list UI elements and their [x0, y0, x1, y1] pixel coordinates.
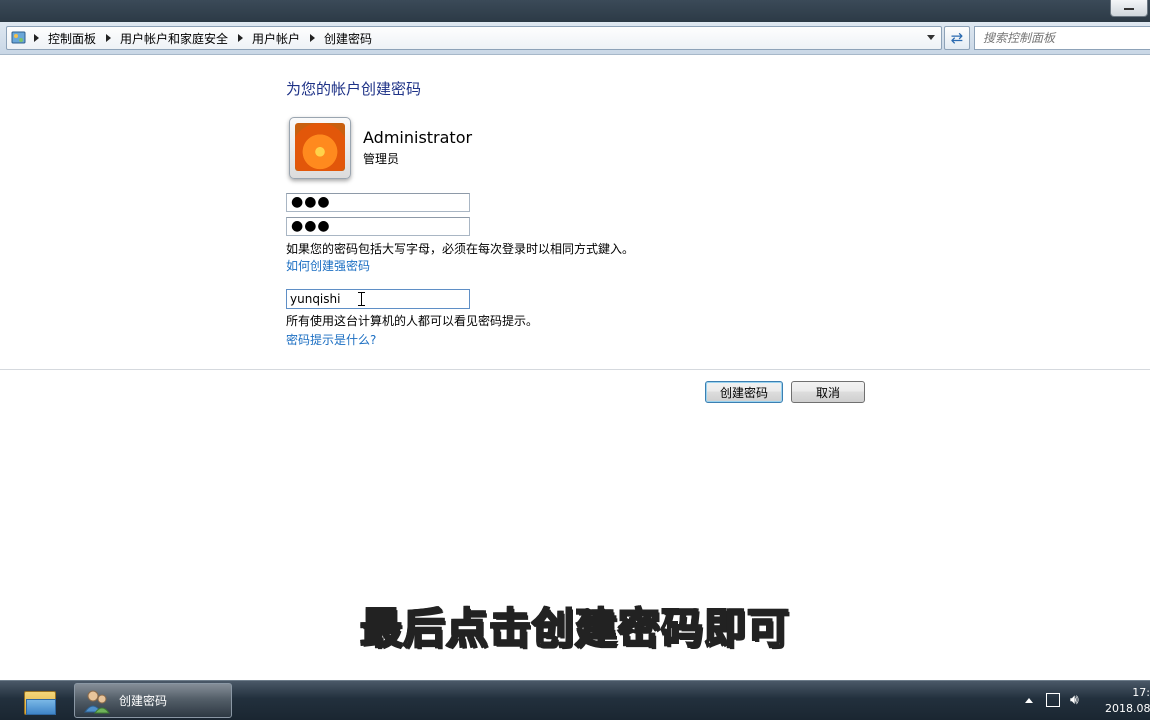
windows-explorer-button[interactable] — [18, 685, 62, 717]
address-bar-row: 控制面板 用户帐户和家庭安全 用户帐户 创建密码 ⇄ — [0, 22, 1150, 55]
history-dropdown-icon[interactable] — [927, 35, 935, 40]
taskbar-item-create-password[interactable]: 创建密码 — [74, 683, 232, 718]
refresh-button[interactable]: ⇄ — [944, 26, 970, 50]
create-password-button-label: 创建密码 — [719, 385, 768, 400]
show-hidden-icons-icon[interactable] — [1025, 698, 1033, 703]
volume-icon[interactable]: 🔊︎ — [1070, 692, 1079, 708]
breadcrumb-separator-icon[interactable] — [310, 34, 316, 42]
search-box[interactable] — [974, 26, 1150, 50]
window-titlebar — [0, 0, 1150, 22]
user-name: Administrator — [363, 128, 473, 147]
divider — [0, 369, 1150, 370]
text-cursor-icon — [358, 292, 365, 306]
breadcrumb-control-panel[interactable]: 控制面板 — [48, 30, 96, 47]
refresh-icon: ⇄ — [950, 29, 964, 47]
strong-password-link[interactable]: 如何创建强密码 — [286, 257, 370, 274]
password-hint-help-link[interactable]: 密码提示是什么? — [286, 331, 376, 348]
breadcrumb-separator-icon[interactable] — [34, 34, 39, 42]
system-clock[interactable]: 17: 2018.08 — [1105, 685, 1150, 717]
avatar — [289, 117, 351, 179]
cancel-button[interactable]: 取消 — [791, 381, 865, 403]
clock-time: 17: — [1132, 686, 1150, 699]
taskbar-item-label: 创建密码 — [119, 694, 168, 708]
password-hint-field[interactable] — [286, 289, 470, 309]
hint-visibility-note: 所有使用这台计算机的人都可以看见密码提示。 — [286, 314, 539, 328]
breadcrumb-separator-icon[interactable] — [238, 34, 244, 42]
network-icon[interactable] — [1046, 693, 1060, 707]
clock-date: 2018.08 — [1105, 702, 1150, 715]
flower-picture-icon — [295, 123, 345, 171]
breadcrumb-separator-icon[interactable] — [106, 34, 112, 42]
page-title: 为您的帐户创建密码 — [286, 80, 422, 98]
taskbar: 创建密码 🔊︎ 17: 2018.08 — [0, 680, 1150, 720]
breadcrumb: 控制面板 用户帐户和家庭安全 用户帐户 创建密码 — [34, 30, 382, 47]
address-bar[interactable]: 控制面板 用户帐户和家庭安全 用户帐户 创建密码 — [6, 26, 942, 50]
new-password-field[interactable]: ●●● — [286, 193, 470, 212]
user-accounts-icon — [83, 688, 111, 714]
breadcrumb-user-accounts[interactable]: 用户帐户 — [252, 30, 300, 47]
control-panel-icon — [10, 29, 28, 47]
cancel-button-label: 取消 — [815, 385, 840, 400]
search-input[interactable] — [975, 27, 1150, 49]
confirm-password-field[interactable]: ●●● — [286, 217, 470, 236]
folder-icon-front — [26, 699, 56, 715]
video-subtitle-caption: 最后点击创建密码即可 — [359, 603, 790, 654]
case-sensitivity-note: 如果您的密码包括大写字母，必须在每次登录时以相同方式鍵入。 — [286, 242, 635, 256]
user-role: 管理员 — [363, 152, 400, 166]
breadcrumb-create-password[interactable]: 创建密码 — [324, 30, 372, 47]
breadcrumb-user-accounts-family-safety[interactable]: 用户帐户和家庭安全 — [120, 30, 228, 47]
create-password-button[interactable]: 创建密码 — [705, 381, 783, 403]
minimize-button[interactable] — [1110, 0, 1148, 17]
